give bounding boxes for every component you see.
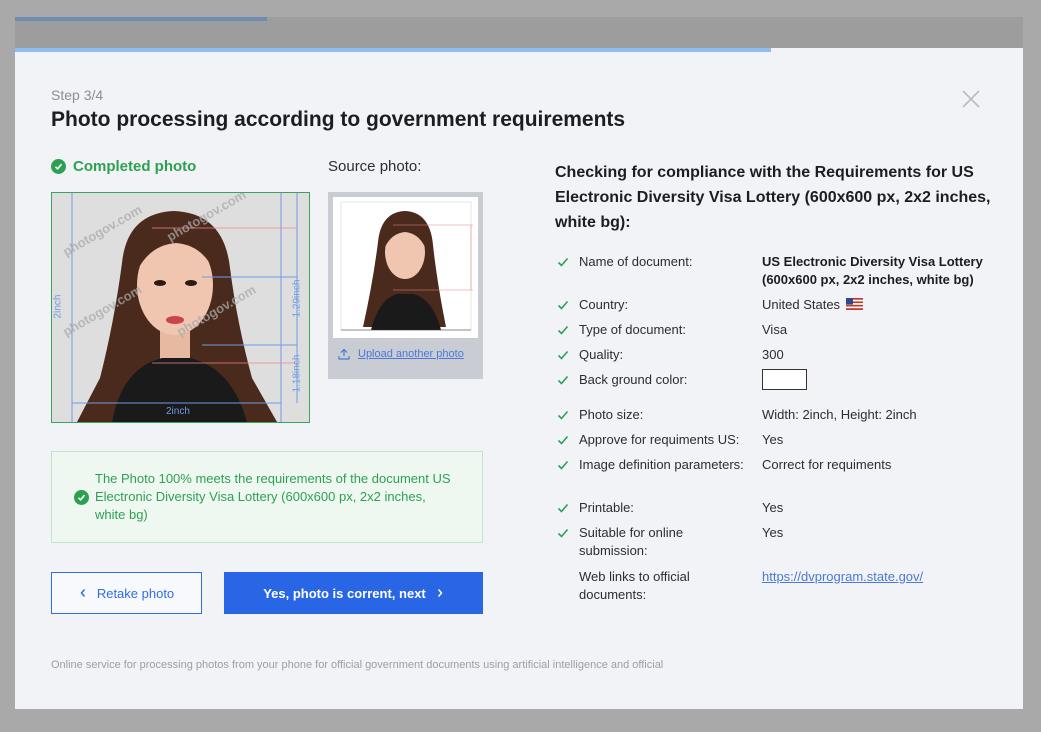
- official-link[interactable]: https://dvprogram.state.gov/: [762, 569, 923, 584]
- requirement-value: US Electronic Diversity Visa Lottery (60…: [762, 253, 992, 289]
- us-flag-icon: [846, 297, 864, 315]
- backdrop-progress-bar: [15, 17, 267, 21]
- confirm-next-button[interactable]: Yes, photo is corrent, next: [224, 572, 483, 614]
- retake-photo-label: Retake photo: [96, 585, 175, 601]
- completed-photo-heading: Completed photo: [51, 158, 196, 175]
- background-color-swatch: [762, 369, 807, 390]
- requirement-value: https://dvprogram.state.gov/: [762, 568, 992, 586]
- requirement-label: Photo size:: [579, 407, 644, 422]
- requirement-label: Back ground color:: [579, 372, 688, 387]
- source-photo-panel: Upload another photo: [328, 192, 483, 379]
- requirement-label: Name of document:: [579, 254, 693, 269]
- requirement-value-text: Yes: [762, 432, 784, 447]
- source-portrait-image: [340, 201, 473, 331]
- chevron-right-icon: [437, 589, 443, 597]
- check-icon: [557, 458, 569, 476]
- step-indicator: Step 3/4: [51, 87, 104, 103]
- requirement-label: Quality:: [579, 347, 624, 362]
- check-circle-icon: [74, 490, 89, 505]
- requirement-value-text: Width: 2inch, Height: 2inch: [762, 407, 917, 422]
- completed-photo-label: Completed photo: [73, 158, 197, 175]
- success-text: The Photo 100% meets the requirements of…: [95, 471, 451, 522]
- dim-height-label: 2inch: [52, 294, 64, 319]
- confirm-next-label: Yes, photo is corrent, next: [263, 585, 426, 601]
- check-icon: [557, 323, 569, 341]
- check-icon: [557, 501, 569, 519]
- requirement-value: 300: [762, 346, 992, 364]
- requirement-label: Image definition parameters:: [579, 457, 744, 472]
- chevron-left-icon: [80, 589, 85, 597]
- requirement-value-text: US Electronic Diversity Visa Lottery (60…: [762, 254, 983, 287]
- requirement-value-text: Correct for requiments: [762, 457, 892, 472]
- requirement-value-text: Yes: [762, 500, 784, 515]
- completed-photo: photogov.com photogov.com photogov.com p…: [51, 192, 310, 423]
- requirement-value: United States: [762, 296, 992, 315]
- check-icon: [557, 348, 569, 366]
- requirement-value: Visa: [762, 321, 992, 339]
- upload-another-photo-link[interactable]: Upload another photo: [338, 348, 464, 360]
- check-icon: [557, 408, 569, 426]
- check-icon: [557, 433, 569, 451]
- requirement-label: Type of document:: [579, 322, 686, 337]
- upload-link-label: Upload another photo: [358, 348, 464, 360]
- page-title: Photo processing according to government…: [51, 108, 626, 131]
- close-icon: [962, 90, 980, 108]
- check-circle-icon: [51, 159, 66, 174]
- check-icon: [557, 255, 569, 273]
- requirement-value: Width: 2inch, Height: 2inch: [762, 406, 992, 424]
- requirement-value-text: 300: [762, 347, 784, 362]
- photo-processing-modal: Step 3/4 Photo processing according to g…: [15, 48, 1023, 709]
- backdrop-strip: [15, 17, 1023, 51]
- requirement-value: Yes: [762, 524, 992, 542]
- upload-icon: [338, 348, 350, 360]
- footer-note: Online service for processing photos fro…: [51, 659, 664, 671]
- requirement-value-text: United States: [762, 297, 841, 312]
- source-photo-label: Source photo:: [328, 158, 422, 175]
- dim-width-label: 2inch: [166, 406, 190, 417]
- requirement-label: Web links to official documents:: [579, 569, 690, 602]
- requirement-value: Yes: [762, 431, 992, 449]
- requirement-label: Country:: [579, 297, 629, 312]
- requirement-label: Approve for requiments US:: [579, 432, 740, 447]
- requirement-value: Yes: [762, 499, 992, 517]
- requirement-value: Correct for requiments: [762, 456, 992, 474]
- dim-eyes-label: 1.18inch: [291, 354, 303, 393]
- check-icon: [557, 373, 569, 391]
- close-button[interactable]: [960, 88, 982, 110]
- requirement-value: [762, 369, 992, 395]
- dim-head-label: 1.29inch: [291, 279, 303, 318]
- requirements-title: Checking for compliance with the Require…: [555, 164, 991, 231]
- check-icon: [557, 526, 569, 544]
- requirement-value-text: Yes: [762, 525, 784, 540]
- success-message: The Photo 100% meets the requirements of…: [51, 451, 483, 543]
- modal-progress-bar: [15, 48, 771, 52]
- requirement-label: Suitable for online submission:: [579, 525, 684, 558]
- check-icon: [557, 298, 569, 316]
- source-photo: [333, 197, 478, 338]
- requirement-value-text: Visa: [762, 322, 788, 337]
- requirement-label: Printable:: [579, 500, 634, 515]
- retake-photo-button[interactable]: Retake photo: [51, 572, 202, 614]
